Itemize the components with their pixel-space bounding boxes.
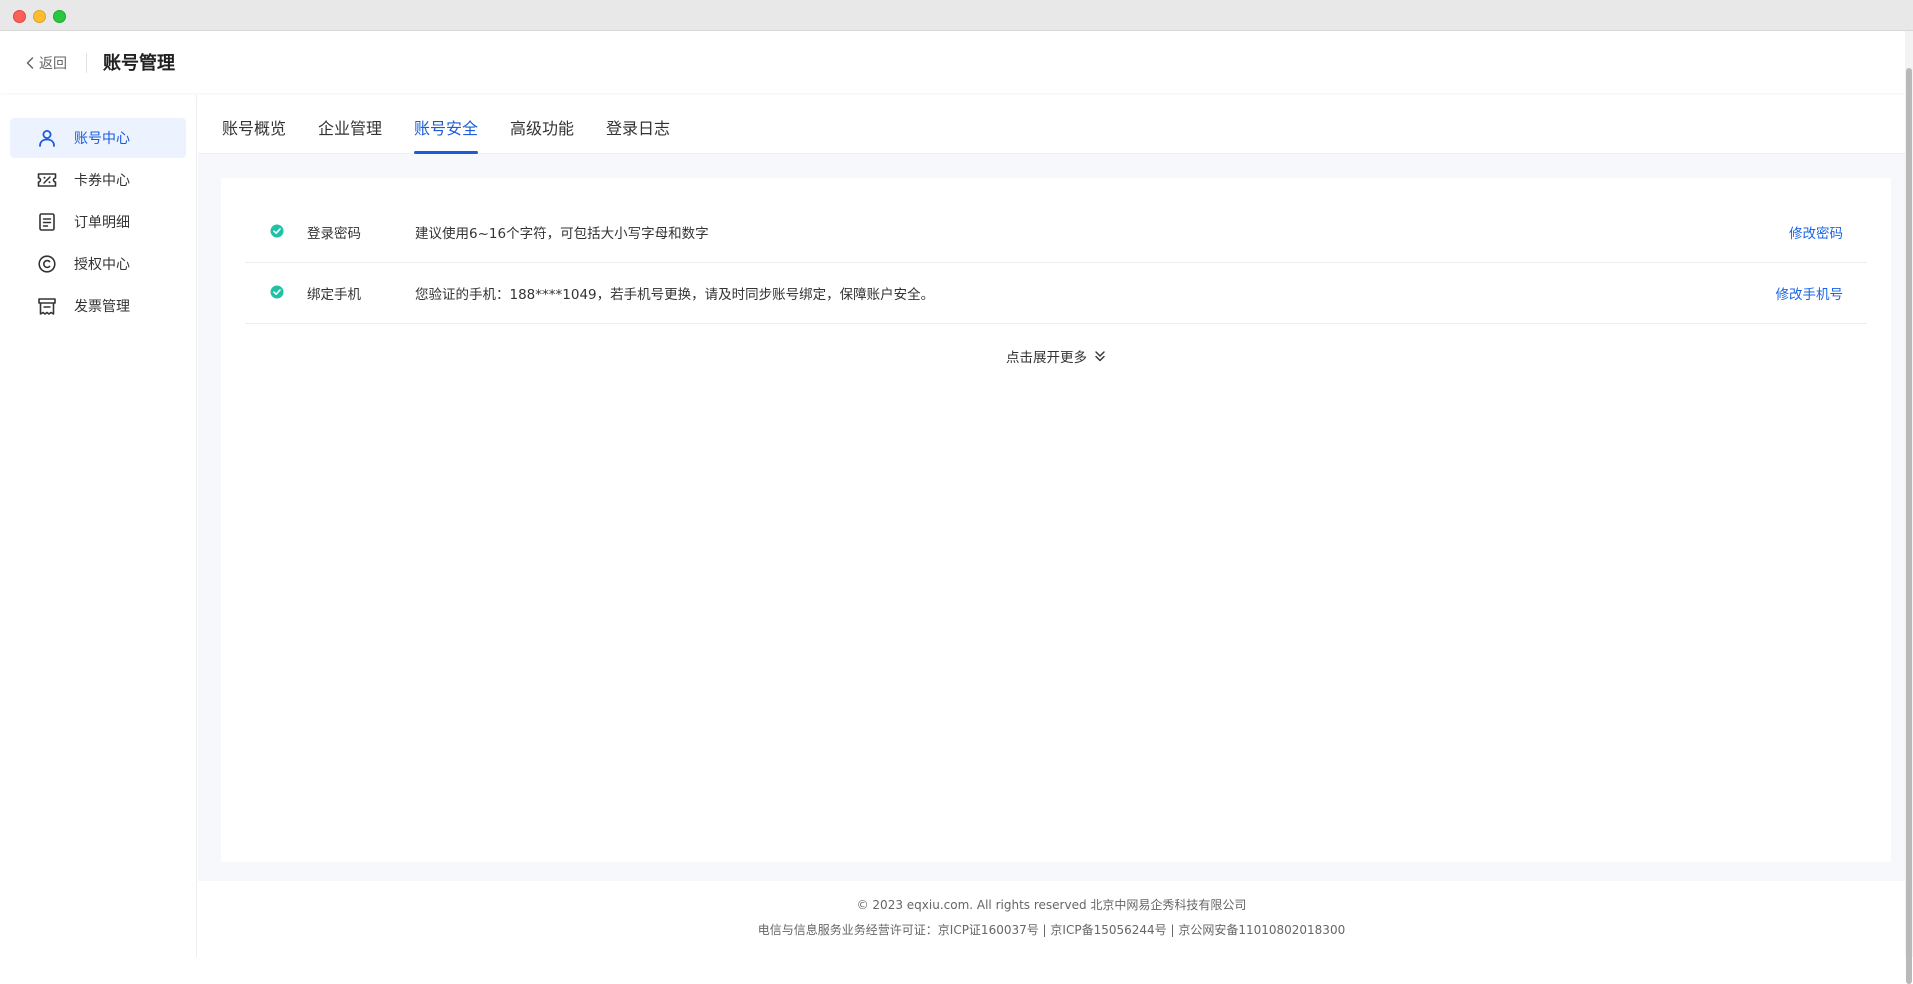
minimize-window-button[interactable] bbox=[33, 10, 46, 23]
scrollbar-thumb[interactable] bbox=[1906, 68, 1912, 984]
chevron-left-icon bbox=[26, 57, 34, 69]
row-description: 建议使用6~16个字符，可包括大小写字母和数字 bbox=[415, 226, 709, 242]
sidebar-item-account-center[interactable]: 账号中心 bbox=[10, 118, 186, 158]
header-divider bbox=[86, 53, 87, 73]
tab-login-log[interactable]: 登录日志 bbox=[606, 115, 670, 154]
check-circle-icon bbox=[270, 285, 284, 299]
footer-license: 电信与信息服务业务经营许可证：京ICP证160037号 | 京ICP备15056… bbox=[757, 923, 1346, 937]
expand-more-label: 点击展开更多 bbox=[1006, 350, 1087, 366]
check-circle-icon bbox=[270, 224, 284, 238]
order-icon bbox=[37, 212, 57, 232]
back-button[interactable]: 返回 bbox=[26, 53, 67, 73]
change-phone-link[interactable]: 修改手机号 bbox=[1776, 283, 1844, 303]
tab-enterprise-management[interactable]: 企业管理 bbox=[318, 115, 382, 154]
window-titlebar bbox=[0, 0, 1913, 31]
sidebar-item-label: 订单明细 bbox=[74, 215, 130, 231]
security-row-phone: 绑定手机 您验证的手机：188****1049，若手机号更换，请及时同步账号绑定… bbox=[245, 263, 1867, 324]
vertical-scrollbar[interactable] bbox=[1905, 31, 1913, 984]
sidebar-item-order-details[interactable]: 订单明细 bbox=[10, 202, 186, 242]
tab-bar: 账号概览 企业管理 账号安全 高级功能 登录日志 bbox=[198, 95, 1905, 154]
sidebar-item-label: 发票管理 bbox=[74, 299, 130, 315]
sidebar-item-authorization-center[interactable]: 授权中心 bbox=[10, 244, 186, 284]
page-header: 返回 账号管理 bbox=[0, 31, 1913, 93]
close-window-button[interactable] bbox=[13, 10, 26, 23]
back-label: 返回 bbox=[39, 56, 67, 72]
row-label: 登录密码 bbox=[307, 226, 361, 242]
copyright-icon bbox=[37, 254, 57, 274]
change-password-link[interactable]: 修改密码 bbox=[1789, 222, 1843, 242]
invoice-icon bbox=[37, 296, 57, 316]
coupon-icon bbox=[37, 170, 57, 190]
user-icon bbox=[37, 128, 57, 148]
sidebar-item-coupon-center[interactable]: 卡券中心 bbox=[10, 160, 186, 200]
sidebar-item-label: 卡券中心 bbox=[74, 173, 130, 189]
row-description: 您验证的手机：188****1049，若手机号更换，请及时同步账号绑定，保障账户… bbox=[415, 287, 935, 303]
row-label: 绑定手机 bbox=[307, 287, 361, 303]
tab-advanced-features[interactable]: 高级功能 bbox=[510, 115, 574, 154]
expand-more-button[interactable]: 点击展开更多 bbox=[221, 344, 1891, 368]
sidebar-item-label: 授权中心 bbox=[74, 257, 130, 273]
page-footer: © 2023 eqxiu.com. All rights reserved 北京… bbox=[198, 881, 1905, 957]
security-card: 登录密码 建议使用6~16个字符，可包括大小写字母和数字 修改密码 绑定手机 您… bbox=[221, 178, 1891, 862]
double-chevron-down-icon bbox=[1095, 351, 1105, 362]
maximize-window-button[interactable] bbox=[53, 10, 66, 23]
sidebar-item-invoice-management[interactable]: 发票管理 bbox=[10, 286, 186, 326]
sidebar: 账号中心 卡券中心 订单明细 授权中心 发票管理 bbox=[0, 95, 197, 957]
main-content: 账号概览 企业管理 账号安全 高级功能 登录日志 登录密码 建议使用6~16个字… bbox=[198, 95, 1905, 957]
tab-account-security[interactable]: 账号安全 bbox=[414, 115, 479, 154]
page-title: 账号管理 bbox=[103, 53, 175, 74]
sidebar-item-label: 账号中心 bbox=[74, 131, 130, 147]
footer-copyright: © 2023 eqxiu.com. All rights reserved 北京… bbox=[856, 898, 1247, 912]
tab-account-overview[interactable]: 账号概览 bbox=[222, 115, 286, 154]
security-row-password: 登录密码 建议使用6~16个字符，可包括大小写字母和数字 修改密码 bbox=[245, 202, 1867, 263]
